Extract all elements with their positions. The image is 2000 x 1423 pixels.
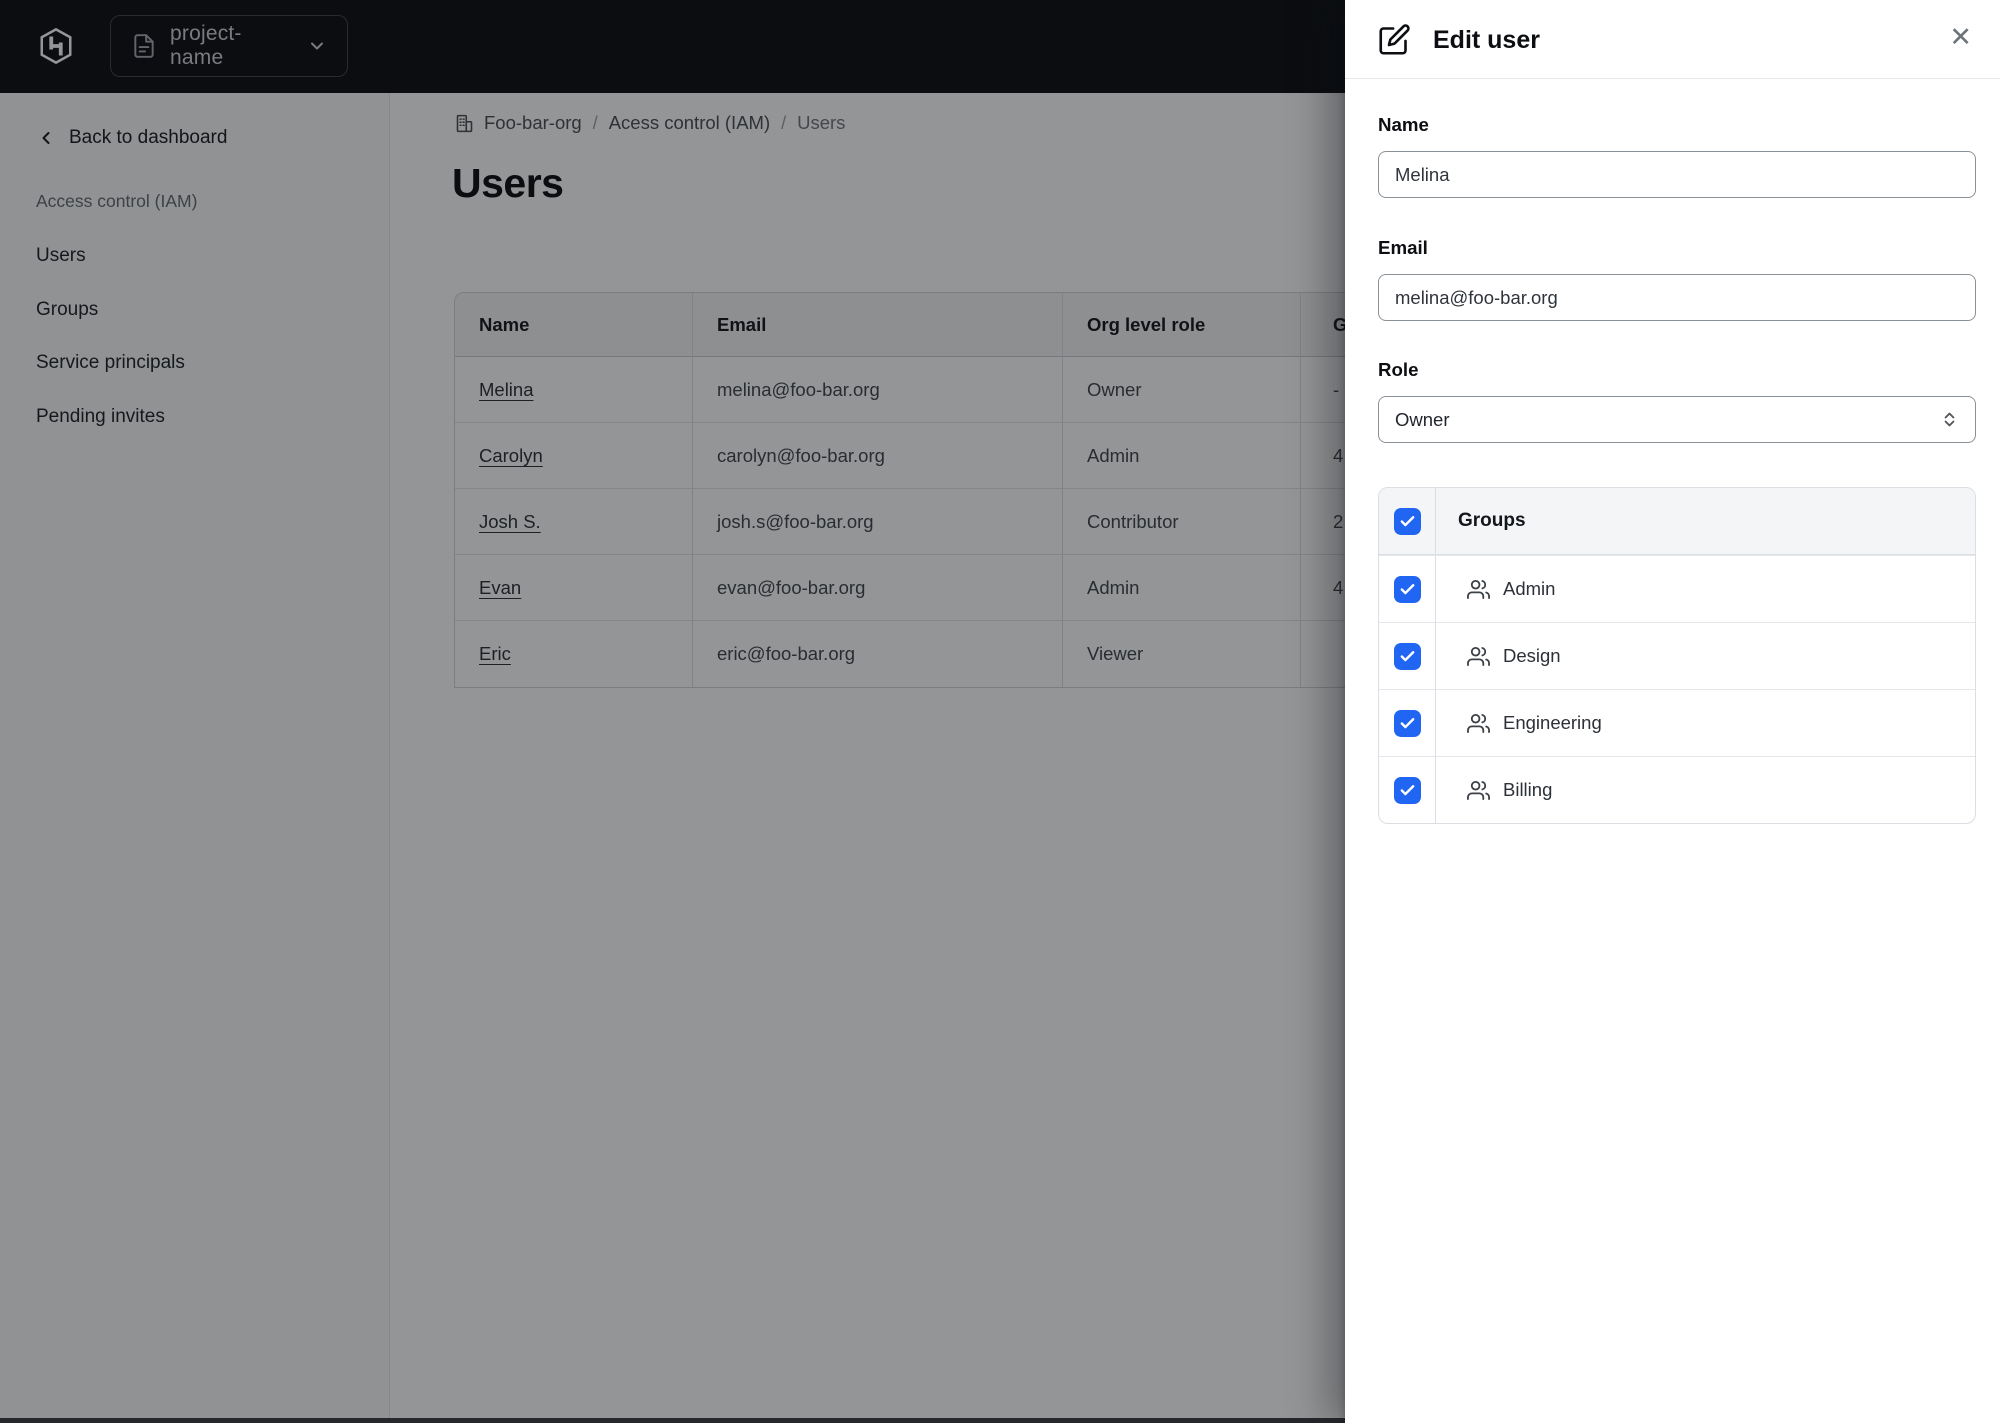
app-window: project-name Back to dashboard Access co… [0,0,2000,1423]
group-row-admin[interactable]: Admin [1379,555,1975,622]
role-select[interactable]: Owner [1378,396,1976,443]
check-icon [1400,650,1414,661]
check-icon [1400,583,1414,594]
group-checkbox[interactable] [1393,709,1421,737]
drawer-header: Edit user ✕ [1345,0,2000,79]
email-field-label: Email [1378,237,1428,258]
name-field[interactable] [1378,151,1976,198]
group-label: Admin [1503,578,1556,599]
drawer-title: Edit user [1433,26,1540,54]
name-field-label: Name [1378,114,1429,135]
group-checkbox[interactable] [1393,642,1421,670]
group-row-design[interactable]: Design [1379,622,1975,689]
check-icon [1400,717,1414,728]
edit-user-drawer: Edit user ✕ Name Email Role Owner Groups [1345,0,2000,1423]
users-icon [1467,579,1490,599]
group-row-billing[interactable]: Billing [1379,756,1975,823]
group-row-engineering[interactable]: Engineering [1379,689,1975,756]
groups-header-label: Groups [1458,510,1526,531]
select-all-checkbox[interactable] [1393,507,1421,535]
role-field-label: Role [1378,359,1419,380]
group-checkbox[interactable] [1393,776,1421,804]
edit-pencil-icon [1379,24,1410,55]
users-icon [1467,713,1490,733]
groups-header-row: Groups [1379,488,1975,555]
group-label: Billing [1503,779,1553,800]
groups-selection-table: Groups Admin Design Engineering Billing [1378,487,1976,824]
users-icon [1467,780,1490,800]
group-checkbox[interactable] [1393,575,1421,603]
select-stepper-icon [1944,412,1955,427]
close-icon[interactable]: ✕ [1947,22,1974,53]
role-selected-value: Owner [1395,408,1450,430]
check-icon [1400,784,1414,795]
email-field[interactable] [1378,274,1976,321]
group-label: Engineering [1503,712,1602,733]
check-icon [1400,515,1414,526]
group-label: Design [1503,645,1561,666]
users-icon [1467,646,1490,666]
